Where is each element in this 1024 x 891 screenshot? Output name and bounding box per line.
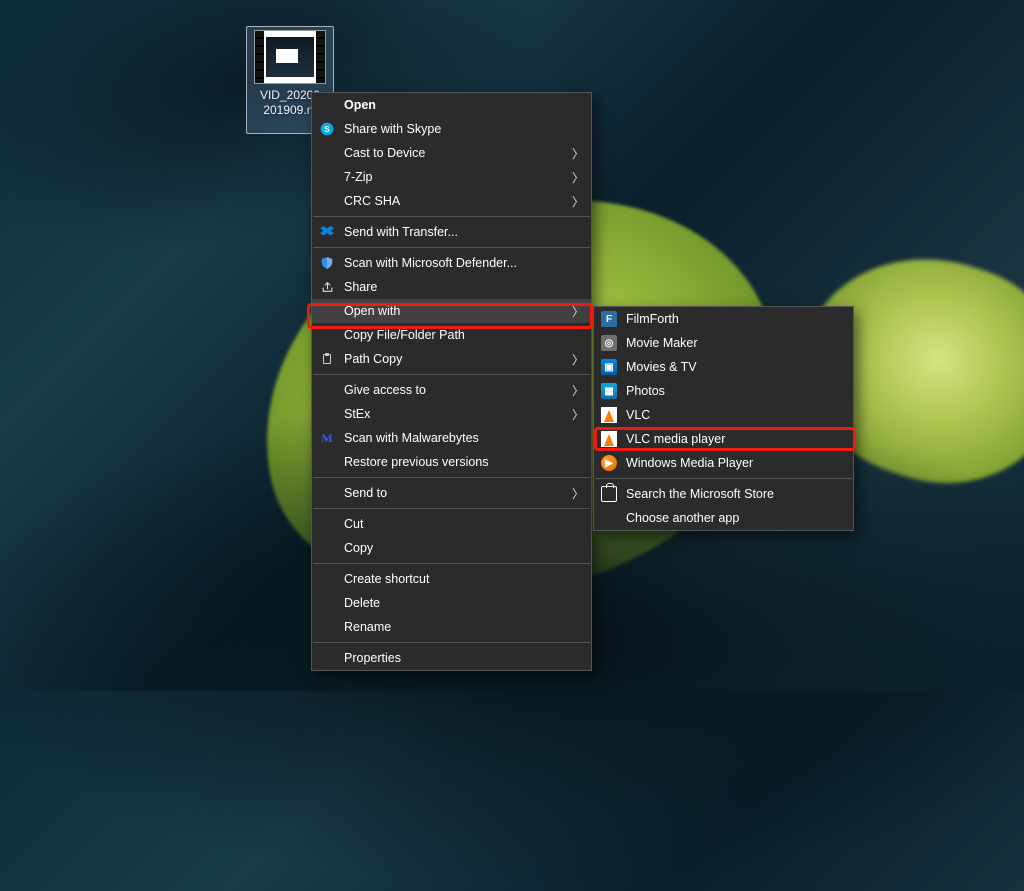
chevron-right-icon: 〉	[565, 382, 591, 399]
dropbox-icon	[319, 224, 335, 240]
submenu-photos[interactable]: ▦ Photos	[594, 379, 853, 403]
menu-open-label: Open	[344, 98, 591, 112]
menu-crc-sha-label: CRC SHA	[344, 194, 565, 208]
menu-properties-label: Properties	[344, 651, 591, 665]
menu-restore[interactable]: Restore previous versions	[312, 450, 591, 474]
submenu-search-store[interactable]: Search the Microsoft Store	[594, 482, 853, 506]
menu-open-with[interactable]: Open with 〉	[312, 299, 591, 323]
menu-rename-label: Rename	[344, 620, 591, 634]
submenu-vlc-media-player-label: VLC media player	[626, 432, 853, 446]
menu-copy-path-label: Copy File/Folder Path	[344, 328, 591, 342]
menu-separator	[313, 216, 590, 217]
filmforth-icon: F	[601, 311, 617, 327]
movies-tv-icon: ▣	[601, 359, 617, 375]
menu-separator	[313, 508, 590, 509]
submenu-separator	[595, 478, 852, 479]
menu-cast[interactable]: Cast to Device 〉	[312, 141, 591, 165]
submenu-movies-tv[interactable]: ▣ Movies & TV	[594, 355, 853, 379]
chevron-right-icon: 〉	[565, 303, 591, 320]
clipboard-icon	[319, 351, 335, 367]
menu-delete-label: Delete	[344, 596, 591, 610]
menu-separator	[313, 374, 590, 375]
menu-copy[interactable]: Copy	[312, 536, 591, 560]
menu-send-to-label: Send to	[344, 486, 565, 500]
menu-separator	[313, 642, 590, 643]
menu-share-skype[interactable]: S Share with Skype	[312, 117, 591, 141]
submenu-vlc-media-player[interactable]: VLC media player	[594, 427, 853, 451]
submenu-filmforth-label: FilmForth	[626, 312, 853, 326]
menu-7zip[interactable]: 7-Zip 〉	[312, 165, 591, 189]
submenu-search-store-label: Search the Microsoft Store	[626, 487, 853, 501]
chevron-right-icon: 〉	[565, 485, 591, 502]
menu-rename[interactable]: Rename	[312, 615, 591, 639]
movie-maker-icon: ◎	[601, 335, 617, 351]
menu-delete[interactable]: Delete	[312, 591, 591, 615]
submenu-wmp-label: Windows Media Player	[626, 456, 853, 470]
skype-icon: S	[319, 121, 335, 137]
video-thumbnail	[254, 30, 326, 84]
photos-icon: ▦	[601, 383, 617, 399]
chevron-right-icon: 〉	[565, 193, 591, 210]
malwarebytes-icon: M	[319, 430, 335, 446]
microsoft-store-icon	[601, 486, 617, 502]
menu-share-label: Share	[344, 280, 591, 294]
menu-cut[interactable]: Cut	[312, 512, 591, 536]
menu-create-shortcut[interactable]: Create shortcut	[312, 567, 591, 591]
context-menu: Open S Share with Skype Cast to Device 〉…	[311, 92, 592, 671]
share-icon	[319, 279, 335, 295]
submenu-vlc[interactable]: VLC	[594, 403, 853, 427]
menu-send-transfer-label: Send with Transfer...	[344, 225, 591, 239]
menu-separator	[313, 563, 590, 564]
menu-cast-label: Cast to Device	[344, 146, 565, 160]
submenu-photos-label: Photos	[626, 384, 853, 398]
submenu-movie-maker[interactable]: ◎ Movie Maker	[594, 331, 853, 355]
submenu-filmforth[interactable]: F FilmForth	[594, 307, 853, 331]
vlc-icon	[601, 407, 617, 423]
menu-separator	[313, 477, 590, 478]
menu-separator	[313, 247, 590, 248]
menu-stex[interactable]: StEx 〉	[312, 402, 591, 426]
menu-restore-label: Restore previous versions	[344, 455, 591, 469]
menu-malwarebytes-label: Scan with Malwarebytes	[344, 431, 591, 445]
open-with-submenu: F FilmForth ◎ Movie Maker ▣ Movies & TV …	[593, 306, 854, 531]
menu-malwarebytes[interactable]: M Scan with Malwarebytes	[312, 426, 591, 450]
menu-give-access-label: Give access to	[344, 383, 565, 397]
submenu-wmp[interactable]: ▶ Windows Media Player	[594, 451, 853, 475]
menu-crc-sha[interactable]: CRC SHA 〉	[312, 189, 591, 213]
menu-share-skype-label: Share with Skype	[344, 122, 591, 136]
menu-stex-label: StEx	[344, 407, 565, 421]
submenu-movies-tv-label: Movies & TV	[626, 360, 853, 374]
chevron-right-icon: 〉	[565, 351, 591, 368]
chevron-right-icon: 〉	[565, 169, 591, 186]
wmp-icon: ▶	[601, 455, 617, 471]
menu-path-copy-label: Path Copy	[344, 352, 565, 366]
menu-create-shortcut-label: Create shortcut	[344, 572, 591, 586]
menu-open[interactable]: Open	[312, 93, 591, 117]
menu-send-to[interactable]: Send to 〉	[312, 481, 591, 505]
submenu-choose-app-label: Choose another app	[626, 511, 853, 525]
vlc-media-player-icon	[601, 431, 617, 447]
submenu-choose-app[interactable]: Choose another app	[594, 506, 853, 530]
menu-open-with-label: Open with	[344, 304, 565, 318]
chevron-right-icon: 〉	[565, 406, 591, 423]
menu-send-transfer[interactable]: Send with Transfer...	[312, 220, 591, 244]
menu-share[interactable]: Share	[312, 275, 591, 299]
menu-cut-label: Cut	[344, 517, 591, 531]
menu-defender-label: Scan with Microsoft Defender...	[344, 256, 591, 270]
svg-text:S: S	[324, 125, 330, 134]
menu-defender[interactable]: Scan with Microsoft Defender...	[312, 251, 591, 275]
menu-7zip-label: 7-Zip	[344, 170, 565, 184]
menu-path-copy[interactable]: Path Copy 〉	[312, 347, 591, 371]
submenu-vlc-label: VLC	[626, 408, 853, 422]
menu-copy-path[interactable]: Copy File/Folder Path	[312, 323, 591, 347]
submenu-movie-maker-label: Movie Maker	[626, 336, 853, 350]
menu-copy-label: Copy	[344, 541, 591, 555]
menu-properties[interactable]: Properties	[312, 646, 591, 670]
menu-give-access[interactable]: Give access to 〉	[312, 378, 591, 402]
chevron-right-icon: 〉	[565, 145, 591, 162]
defender-shield-icon	[319, 255, 335, 271]
